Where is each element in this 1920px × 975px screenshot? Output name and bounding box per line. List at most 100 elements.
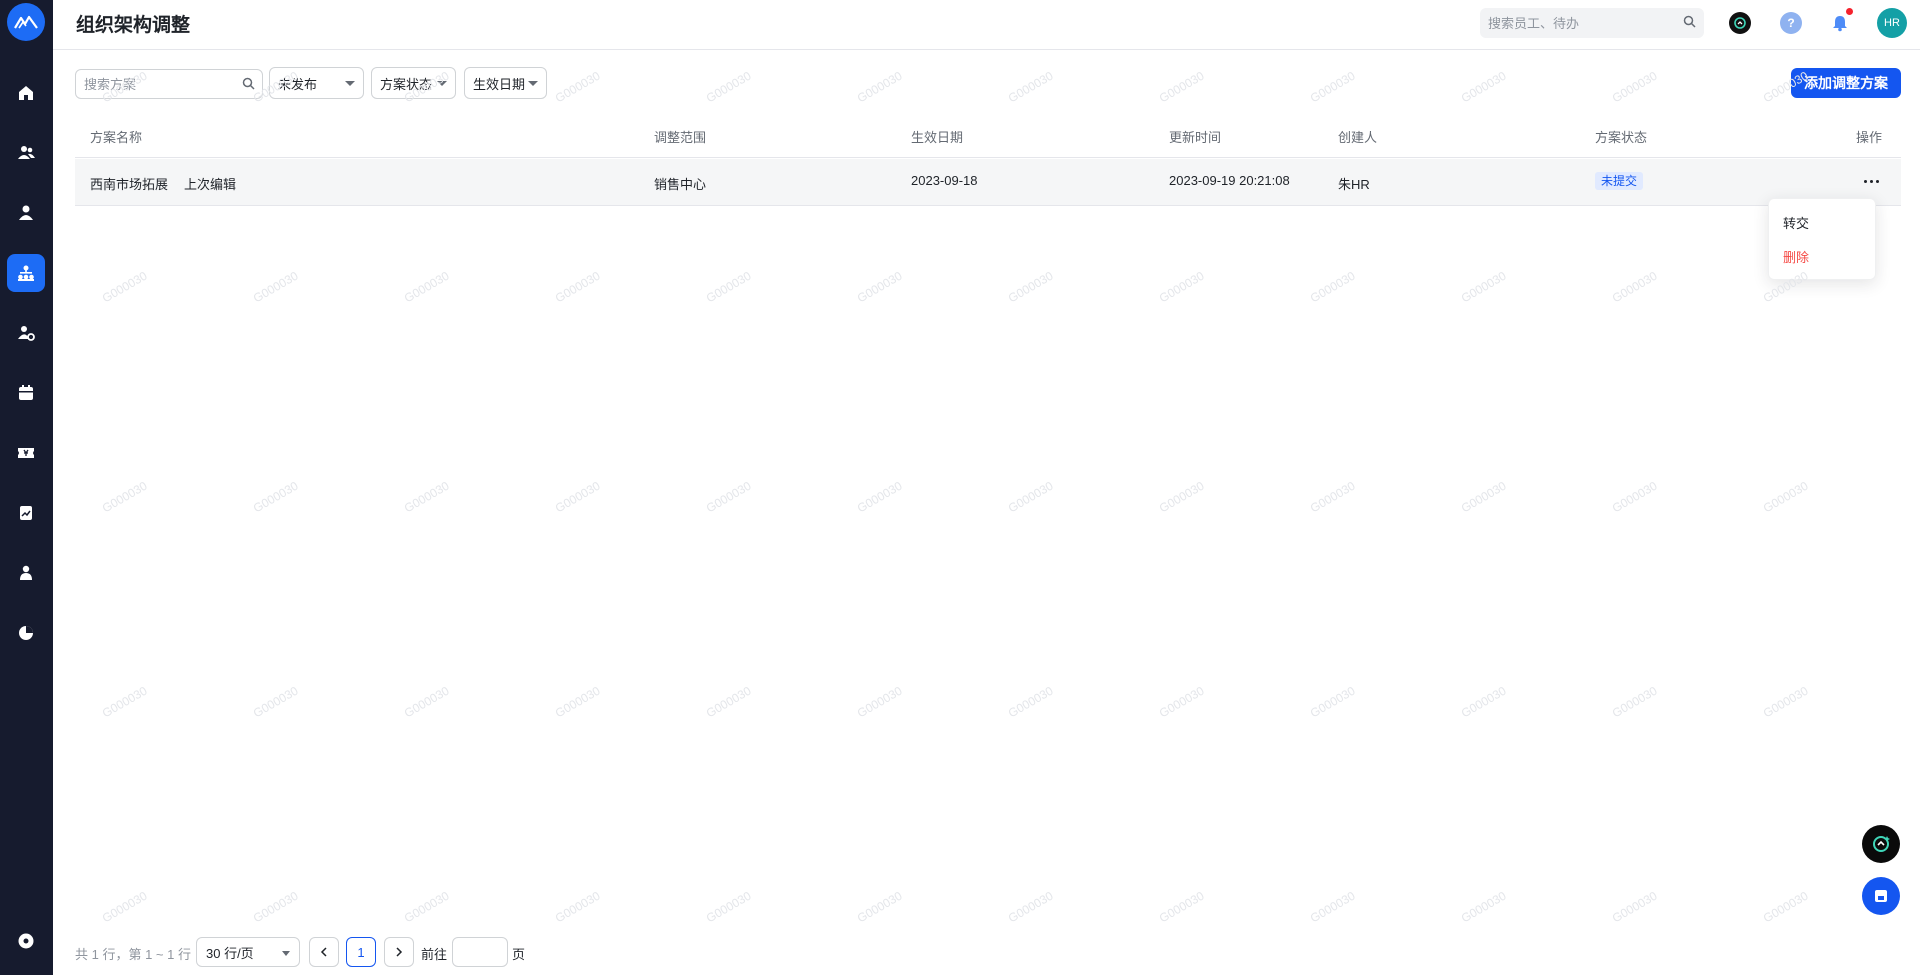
ai-assistant-fab[interactable] bbox=[1862, 825, 1900, 863]
watermark-text: G000030 bbox=[99, 478, 150, 516]
column-header-creator: 创建人 bbox=[1338, 130, 1378, 145]
page-number-button[interactable]: 1 bbox=[346, 937, 376, 967]
caret-down-icon bbox=[528, 81, 538, 86]
watermark-text: G000030 bbox=[552, 268, 603, 306]
watermark-text: G000030 bbox=[1156, 268, 1207, 306]
goto-page-field[interactable] bbox=[452, 937, 508, 967]
page-suffix-label: 页 bbox=[512, 947, 526, 962]
watermark-text: G000030 bbox=[1760, 683, 1811, 721]
ai-assistant-icon[interactable] bbox=[1729, 12, 1751, 34]
last-edit-link[interactable]: 上次编辑 bbox=[184, 177, 236, 192]
publish-filter-select[interactable]: 未发布 bbox=[269, 67, 364, 99]
chevron-left-icon bbox=[320, 947, 327, 957]
column-header-scope: 调整范围 bbox=[654, 130, 707, 145]
menu-item-transfer[interactable]: 转交 bbox=[1783, 213, 1809, 232]
prev-page-button[interactable] bbox=[309, 937, 339, 967]
column-header-actions: 操作 bbox=[1856, 130, 1883, 145]
profile-icon bbox=[20, 565, 32, 580]
status-badge: 未提交 bbox=[1595, 172, 1644, 190]
watermark-text: G000030 bbox=[401, 888, 452, 926]
sidebar-item-person[interactable] bbox=[7, 194, 45, 232]
watermark-text: G000030 bbox=[250, 478, 301, 516]
watermark-text: G000030 bbox=[1005, 683, 1056, 721]
goto-page-input[interactable] bbox=[453, 938, 507, 966]
status-cell: 未提交 bbox=[1595, 172, 1644, 190]
watermark-text: G000030 bbox=[1156, 68, 1207, 106]
watermark-text: G000030 bbox=[401, 478, 452, 516]
app-logo[interactable] bbox=[7, 3, 45, 41]
watermark-text: G000030 bbox=[401, 268, 452, 306]
watermark-text: G000030 bbox=[703, 268, 754, 306]
sidebar-item-calendar[interactable] bbox=[7, 374, 45, 412]
sidebar-item-report[interactable] bbox=[7, 494, 45, 532]
status-filter-label: 方案状态 bbox=[380, 76, 433, 92]
add-plan-button[interactable]: 添加调整方案 bbox=[1791, 68, 1901, 98]
watermark-text: G000030 bbox=[1458, 268, 1509, 306]
help-glyph: ? bbox=[1787, 16, 1795, 30]
caret-down-icon bbox=[345, 81, 355, 86]
search-icon bbox=[242, 77, 255, 90]
sidebar-item-ticket[interactable] bbox=[7, 434, 45, 472]
column-header-status: 方案状态 bbox=[1595, 130, 1648, 145]
column-header-updated-at: 更新时间 bbox=[1169, 130, 1222, 145]
calendar-icon bbox=[19, 385, 33, 400]
watermark-text: G000030 bbox=[552, 683, 603, 721]
save-fab[interactable] bbox=[1862, 877, 1900, 915]
people-icon bbox=[18, 146, 35, 159]
goto-label: 前往 bbox=[421, 947, 448, 962]
table-header: 方案名称 调整范围 生效日期 更新时间 创建人 方案状态 操作 bbox=[75, 114, 1901, 158]
sidebar-item-user-settings[interactable] bbox=[7, 314, 45, 352]
watermark-text: G000030 bbox=[1307, 683, 1358, 721]
status-filter-select[interactable]: 方案状态 bbox=[371, 67, 456, 99]
watermark-text: G000030 bbox=[703, 683, 754, 721]
report-icon bbox=[20, 506, 32, 520]
pie-chart-icon bbox=[19, 626, 33, 640]
user-settings-icon bbox=[18, 326, 35, 341]
avatar[interactable]: HR bbox=[1877, 8, 1907, 38]
watermark-text: G000030 bbox=[1609, 268, 1660, 306]
help-icon[interactable]: ? bbox=[1780, 12, 1802, 34]
table-row[interactable]: 西南市场拓展 上次编辑 销售中心 2023-09-18 2023-09-19 20… bbox=[75, 159, 1901, 206]
watermark-text: G000030 bbox=[703, 478, 754, 516]
sidebar-item-profile[interactable] bbox=[7, 554, 45, 592]
global-search-input[interactable] bbox=[1480, 8, 1704, 38]
logo-icon bbox=[14, 15, 38, 29]
updated-at-cell: 2023-09-19 20:21:08 bbox=[1169, 173, 1290, 188]
watermark-text: G000030 bbox=[1005, 68, 1056, 106]
sidebar-item-settings[interactable] bbox=[7, 922, 45, 960]
next-page-button[interactable] bbox=[384, 937, 414, 967]
plan-name: 西南市场拓展 bbox=[90, 177, 169, 192]
sidebar-item-analytics[interactable] bbox=[7, 614, 45, 652]
top-header: 组织架构调整 ? HR bbox=[53, 0, 1920, 50]
watermark-text: G000030 bbox=[1005, 268, 1056, 306]
global-search[interactable] bbox=[1480, 8, 1704, 38]
watermark-text: G000030 bbox=[250, 683, 301, 721]
watermark-text: G000030 bbox=[1609, 478, 1660, 516]
scope-cell: 销售中心 bbox=[654, 177, 707, 192]
watermark-text: G000030 bbox=[1458, 478, 1509, 516]
menu-item-delete[interactable]: 删除 bbox=[1783, 247, 1809, 266]
pagination-summary: 共 1 行，第 1 ~ 1 行 bbox=[75, 947, 191, 962]
watermark-text: G000030 bbox=[1156, 478, 1207, 516]
date-filter-select[interactable]: 生效日期 bbox=[464, 67, 547, 99]
watermark-text: G000030 bbox=[1609, 888, 1660, 926]
page-title: 组织架构调整 bbox=[76, 15, 191, 36]
watermark-text: G000030 bbox=[1760, 888, 1811, 926]
publish-filter-value: 未发布 bbox=[278, 76, 318, 92]
save-icon bbox=[1875, 890, 1887, 902]
page-size-select[interactable]: 30 行/页 bbox=[196, 937, 300, 967]
watermark-text: G000030 bbox=[1458, 888, 1509, 926]
sidebar-item-people[interactable] bbox=[7, 134, 45, 172]
caret-down-icon bbox=[437, 81, 447, 86]
plan-search[interactable] bbox=[75, 69, 263, 99]
plan-search-input[interactable] bbox=[76, 70, 262, 98]
watermark-text: G000030 bbox=[854, 268, 905, 306]
more-actions-icon[interactable] bbox=[1859, 171, 1883, 191]
home-icon bbox=[19, 86, 33, 100]
watermark-text: G000030 bbox=[401, 683, 452, 721]
sidebar-item-org[interactable] bbox=[7, 254, 45, 292]
notification-dot bbox=[1846, 8, 1853, 15]
search-icon bbox=[1683, 15, 1696, 28]
notification-bell-icon[interactable] bbox=[1829, 8, 1853, 34]
sidebar-item-home[interactable] bbox=[7, 74, 45, 112]
